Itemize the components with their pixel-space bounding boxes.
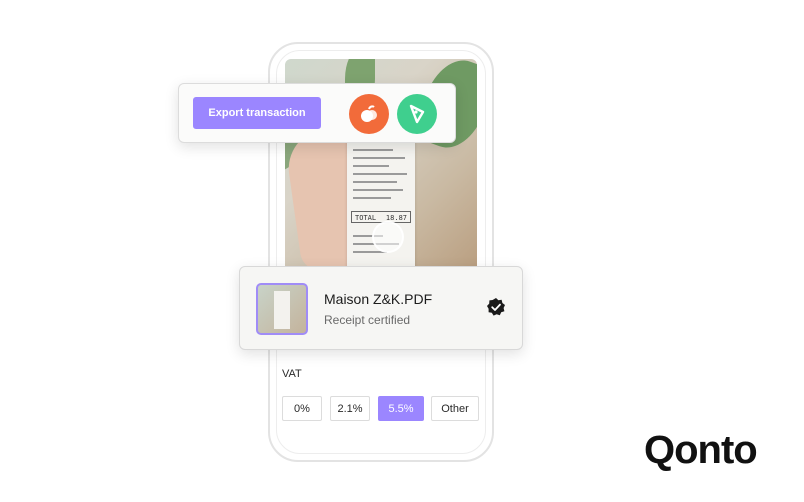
vat-option-5-5[interactable]: 5.5% [378, 396, 424, 421]
brand-logo: Qonto [644, 428, 758, 472]
export-transaction-button[interactable]: Export transaction [193, 97, 321, 129]
vat-label: VAT [282, 368, 302, 380]
file-name: Maison Z&K.PDF [324, 291, 433, 307]
file-card[interactable]: Maison Z&K.PDF Receipt certified [239, 266, 523, 350]
vat-option-0[interactable]: 0% [282, 396, 322, 421]
camera-shutter-button[interactable] [372, 221, 404, 253]
verified-check-icon [487, 298, 505, 316]
receipt-thumbnail [256, 283, 308, 335]
orange-fruit-icon[interactable] [349, 94, 389, 134]
export-card: Export transaction [178, 83, 456, 143]
vat-option-other[interactable]: Other [431, 396, 479, 421]
vat-option-2-1[interactable]: 2.1% [330, 396, 370, 421]
green-leaf-tag-icon[interactable] [397, 94, 437, 134]
file-status: Receipt certified [324, 313, 411, 327]
